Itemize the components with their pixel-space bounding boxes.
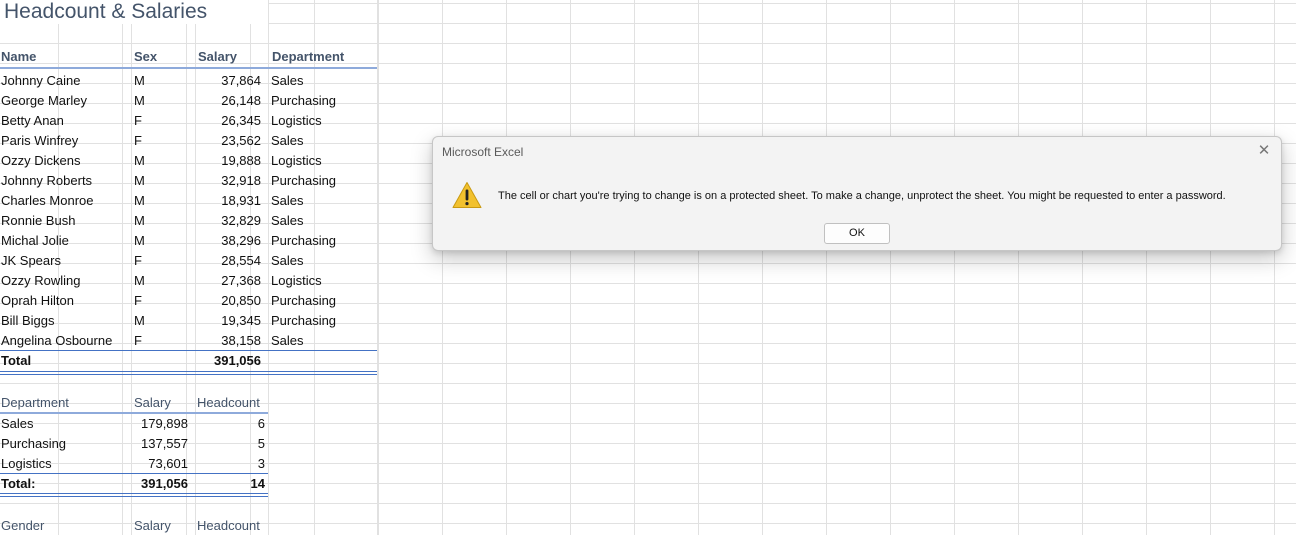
header-salary[interactable]: Salary xyxy=(198,47,237,67)
table-row-department[interactable]: Purchasing xyxy=(271,231,336,251)
table-row-salary[interactable]: 27,368 xyxy=(196,271,261,291)
table-row-name[interactable]: George Marley xyxy=(1,91,87,111)
table-row-name[interactable]: Ozzy Rowling xyxy=(1,271,80,291)
dept-row-headcount[interactable]: 5 xyxy=(195,434,265,454)
table-row-salary[interactable]: 26,148 xyxy=(196,91,261,111)
total-label[interactable]: Total xyxy=(1,351,31,371)
table-row-salary[interactable]: 26,345 xyxy=(196,111,261,131)
table-row-salary[interactable]: 37,864 xyxy=(196,71,261,91)
dept-total-salary[interactable]: 391,056 xyxy=(131,474,188,494)
table-row-name[interactable]: Ozzy Dickens xyxy=(1,151,80,171)
dept-total-double-border xyxy=(0,496,268,497)
table-row-salary[interactable]: 23,562 xyxy=(196,131,261,151)
table-row-department[interactable]: Sales xyxy=(271,211,304,231)
worksheet-grid[interactable]: Headcount & Salaries Gender Salary Headc… xyxy=(0,0,1296,535)
table-row-sex[interactable]: M xyxy=(134,151,145,171)
dept-total-headcount[interactable]: 14 xyxy=(195,474,265,494)
table-row-name[interactable]: Johnny Roberts xyxy=(1,171,92,191)
dept-row-department[interactable]: Sales xyxy=(1,414,34,434)
close-icon[interactable]: ✕ xyxy=(1255,142,1273,160)
dept-row-salary[interactable]: 179,898 xyxy=(131,414,188,434)
table-row-sex[interactable]: M xyxy=(134,91,145,111)
table-row-name[interactable]: Angelina Osbourne xyxy=(1,331,112,351)
total-salary[interactable]: 391,056 xyxy=(196,351,261,371)
table-row-salary[interactable]: 32,918 xyxy=(196,171,261,191)
table-row-name[interactable]: Paris Winfrey xyxy=(1,131,78,151)
table-row-name[interactable]: Michal Jolie xyxy=(1,231,69,251)
table-row-name[interactable]: Johnny Caine xyxy=(1,71,81,91)
table-row-sex[interactable]: M xyxy=(134,71,145,91)
table-row-name[interactable]: Bill Biggs xyxy=(1,311,54,331)
table-row-sex[interactable]: F xyxy=(134,251,142,271)
dialog-message: The cell or chart you're trying to chang… xyxy=(498,190,1226,202)
table-row-department[interactable]: Purchasing xyxy=(271,311,336,331)
dept-row-department[interactable]: Purchasing xyxy=(1,434,66,454)
table-row-name[interactable]: Betty Anan xyxy=(1,111,64,131)
table-row-salary[interactable]: 32,829 xyxy=(196,211,261,231)
table-row-department[interactable]: Sales xyxy=(271,251,304,271)
table-row-department[interactable]: Logistics xyxy=(271,111,322,131)
gender-headcount-header[interactable]: Headcount xyxy=(197,516,260,536)
table-row-salary[interactable]: 38,296 xyxy=(196,231,261,251)
table-row-department[interactable]: Sales xyxy=(271,191,304,211)
table-row-sex[interactable]: M xyxy=(134,271,145,291)
column-border xyxy=(377,0,378,535)
table-row-name[interactable]: Ronnie Bush xyxy=(1,211,75,231)
table-row-name[interactable]: Charles Monroe xyxy=(1,191,94,211)
dept-total-double-border xyxy=(0,493,268,494)
warning-icon xyxy=(452,182,482,208)
gender-salary-header[interactable]: Salary xyxy=(134,516,171,536)
table-row-department[interactable]: Sales xyxy=(271,331,304,351)
table-row-salary[interactable]: 38,158 xyxy=(196,331,261,351)
table-row-department[interactable]: Sales xyxy=(271,71,304,91)
ok-button[interactable]: OK xyxy=(824,223,890,244)
dept-header-salary[interactable]: Salary xyxy=(134,393,171,413)
dialog-title: Microsoft Excel xyxy=(442,145,524,159)
table-row-sex[interactable]: M xyxy=(134,191,145,211)
table-row-salary[interactable]: 20,850 xyxy=(196,291,261,311)
dept-row-headcount[interactable]: 6 xyxy=(195,414,265,434)
dept-header-headcount[interactable]: Headcount xyxy=(197,393,260,413)
total-double-border xyxy=(0,374,377,375)
table-row-sex[interactable]: M xyxy=(134,231,145,251)
table-row-sex[interactable]: M xyxy=(134,311,145,331)
table-row-salary[interactable]: 28,554 xyxy=(196,251,261,271)
table-row-sex[interactable]: F xyxy=(134,111,142,131)
dept-row-salary[interactable]: 137,557 xyxy=(131,434,188,454)
dept-row-salary[interactable]: 73,601 xyxy=(131,454,188,474)
sheet-title: Headcount & Salaries xyxy=(4,0,212,24)
table-row-department[interactable]: Purchasing xyxy=(271,171,336,191)
table-row-sex[interactable]: F xyxy=(134,131,142,151)
gender-header[interactable]: Gender xyxy=(1,516,44,536)
table-row-department[interactable]: Sales xyxy=(271,131,304,151)
table-row-salary[interactable]: 19,888 xyxy=(196,151,261,171)
dept-total-label[interactable]: Total: xyxy=(1,474,35,494)
protected-sheet-dialog: Microsoft Excel ✕ The cell or chart you'… xyxy=(432,136,1282,251)
table-row-department[interactable]: Purchasing xyxy=(271,291,336,311)
dept-row-headcount[interactable]: 3 xyxy=(195,454,265,474)
column-border xyxy=(268,0,269,535)
table-row-sex[interactable]: F xyxy=(134,291,142,311)
total-top-border xyxy=(0,350,377,351)
table-row-salary[interactable]: 18,931 xyxy=(196,191,261,211)
table-row-department[interactable]: Logistics xyxy=(271,271,322,291)
table-row-department[interactable]: Logistics xyxy=(271,151,322,171)
table-row-name[interactable]: JK Spears xyxy=(1,251,61,271)
table-row-name[interactable]: Oprah Hilton xyxy=(1,291,74,311)
header-underline xyxy=(0,67,377,69)
dept-header-department[interactable]: Department xyxy=(1,393,69,413)
table-row-salary[interactable]: 19,345 xyxy=(196,311,261,331)
header-name[interactable]: Name xyxy=(1,47,36,67)
header-sex[interactable]: Sex xyxy=(134,47,157,67)
table-row-department[interactable]: Purchasing xyxy=(271,91,336,111)
header-department[interactable]: Department xyxy=(272,47,344,67)
table-row-sex[interactable]: F xyxy=(134,331,142,351)
dept-row-department[interactable]: Logistics xyxy=(1,454,52,474)
total-double-border xyxy=(0,371,377,372)
table-row-sex[interactable]: M xyxy=(134,171,145,191)
table-row-sex[interactable]: M xyxy=(134,211,145,231)
